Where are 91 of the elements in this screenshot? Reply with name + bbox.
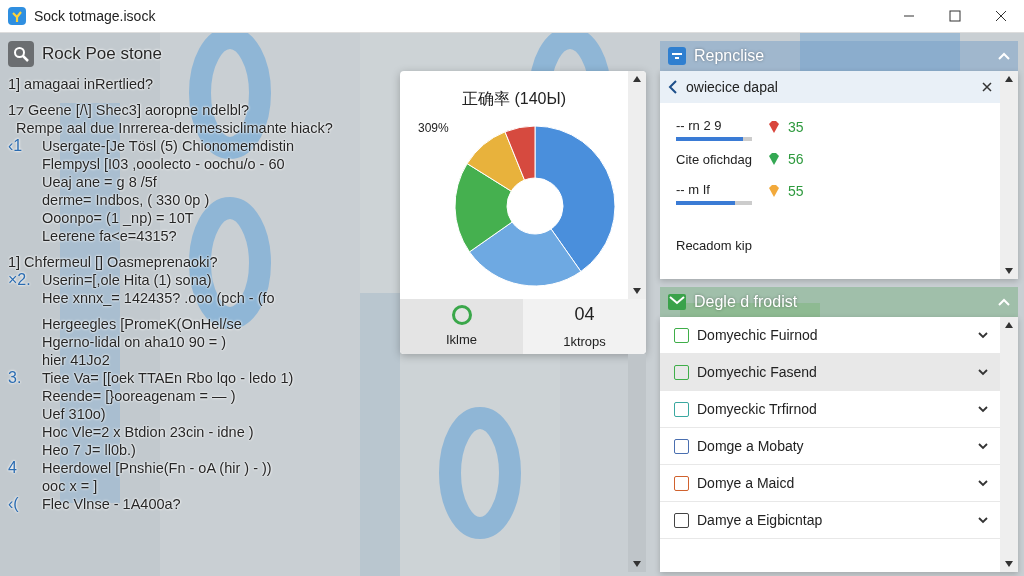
app-icon <box>8 7 26 25</box>
list-text: Heerdowel [Pnshie(Fn - oA (hir ) - )) <box>42 460 272 476</box>
text-line: Flempysl [I03 ,ooolecto - oochu/o - 60 <box>41 155 286 173</box>
scroll-down-icon[interactable] <box>633 561 641 567</box>
summary-tile[interactable]: Iklme <box>400 299 523 354</box>
list-marker: 3. <box>8 369 23 387</box>
text-line: Hgerno-lidal on aha10 90 = ) <box>41 333 228 351</box>
list-text: Flec Vlnse - 1A400a? <box>42 496 181 512</box>
text-line: Ooonpo= (1 _np) = 10T <box>41 209 195 227</box>
checkbox[interactable] <box>674 512 689 528</box>
checkbox[interactable] <box>674 438 689 454</box>
search-icon <box>8 41 34 67</box>
list-item[interactable]: Domyeckic Trfirnod <box>660 391 1000 428</box>
chevron-down-icon[interactable] <box>978 442 988 450</box>
list-item[interactable]: Domge a Mobaty <box>660 428 1000 465</box>
window-title: Sock totmage.isock <box>34 6 156 26</box>
panel-title: Rock Poe stone <box>42 43 162 66</box>
list-item[interactable]: Damye a Eigbicntap <box>660 502 1000 539</box>
text-line: hier 41Jo2 <box>41 351 111 369</box>
item-label: Domyechic Fuirnod <box>697 325 818 345</box>
scroll-down-icon[interactable] <box>633 288 641 294</box>
checkbox[interactable] <box>674 475 689 491</box>
tile-label: Iklme <box>445 330 478 349</box>
summary-tile[interactable]: 04 1ktrops <box>523 299 646 354</box>
text-line: Hergeegles [PromeK(OnHel/se <box>41 315 243 333</box>
list-marker: ×2. <box>8 271 32 289</box>
close-icon[interactable] <box>982 82 992 92</box>
text-line: Rempe aal due Inrrerea-dermessiclimante hiack? <box>15 119 334 137</box>
list-item[interactable]: Domyechic Fasend <box>660 354 1000 391</box>
back-icon[interactable] <box>668 80 678 94</box>
chevron-down-icon[interactable] <box>978 516 988 524</box>
list-marker: 4 <box>8 459 18 477</box>
scrollbar[interactable] <box>1000 71 1018 279</box>
panel-icon <box>668 47 686 65</box>
text-line: Ueaj ane = g 8 /5f <box>41 173 158 191</box>
checkbox[interactable] <box>674 401 689 417</box>
scroll-up-icon[interactable] <box>1005 322 1013 328</box>
row-value: 35 <box>788 117 804 137</box>
text-line: 1] Chfermeul [] Oasmeprenaoki? <box>8 253 219 271</box>
list-marker: ‹1 <box>8 137 24 155</box>
list-marker: ‹( <box>8 495 20 513</box>
list-text: Usergate-[Je Tösl (5) Chionomemdistin <box>42 138 294 154</box>
item-label: Domyechic Fasend <box>697 362 817 382</box>
text-line: 1] amagaai inRertlied? <box>8 75 155 93</box>
row-value: 56 <box>788 149 804 169</box>
text-line: Hoc Vle=2 x Btdion 23cin - idne ) <box>41 423 255 441</box>
scroll-down-icon[interactable] <box>1005 268 1013 274</box>
text-line: Reende= [}ooreagenam = — ) <box>41 387 237 405</box>
checkbox[interactable] <box>674 364 689 380</box>
item-label: Domyeckic Trfirnod <box>697 399 817 419</box>
list-text: Userin=[,ole Hita (1) sona) <box>42 272 212 288</box>
tile-value: 04 <box>574 303 595 327</box>
mail-icon <box>668 294 686 310</box>
text-line: Uef 310o) <box>41 405 107 423</box>
chevron-down-icon[interactable] <box>978 331 988 339</box>
panel-title: Repnclise <box>694 46 765 66</box>
maximize-icon <box>949 10 961 22</box>
scroll-up-icon[interactable] <box>633 76 641 82</box>
close-icon <box>995 10 1007 22</box>
text-line: derme= Indbos, ( 330 0p ) <box>41 191 211 209</box>
scroll-up-icon[interactable] <box>1005 76 1013 82</box>
scrollbar[interactable] <box>628 354 646 572</box>
item-label: Damye a Eigbicntap <box>697 510 823 530</box>
chevron-down-icon[interactable] <box>978 368 988 376</box>
text-line: Leerene fa<e=4315? <box>41 227 178 245</box>
tile-label: 1ktrops <box>563 333 606 352</box>
footer-text: Recadom kip <box>675 236 753 255</box>
scrollbar[interactable] <box>1000 317 1018 572</box>
list-item[interactable]: Domye a Maicd <box>660 465 1000 502</box>
text-line: Hee xnnx_= 142435? .ooo (pch - (fo <box>41 289 276 307</box>
item-label: Domye a Maicd <box>697 473 795 493</box>
row-value: 55 <box>788 181 804 201</box>
chevron-down-icon[interactable] <box>978 479 988 487</box>
row-label: -- rn 2 9 <box>676 117 722 135</box>
card-title: owiecice dapal <box>686 77 778 97</box>
list-text: Tiee Va= [[oek TTAEn Rbo lqo - ledo 1) <box>42 370 294 386</box>
text-line: 1⁊ Geene [/\] Shec3] aoropne ndelbl? <box>8 101 250 119</box>
scrollbar[interactable] <box>628 71 646 299</box>
row-label: -- m If <box>676 181 710 199</box>
checkbox[interactable] <box>674 327 689 343</box>
chart-title: 正确率 (140Ы) <box>462 89 566 109</box>
row-label: Cite ofichdag <box>676 151 752 169</box>
list-item[interactable]: Domyechic Fuirnod <box>660 317 1000 354</box>
panel-title: Degle d frodist <box>694 292 798 312</box>
text-line: ooc x = ] <box>41 477 99 495</box>
scroll-down-icon[interactable] <box>1005 561 1013 567</box>
ring-icon <box>450 303 473 326</box>
item-label: Domge a Mobaty <box>697 436 804 456</box>
text-line: Heo 7 J= ll0b.) <box>41 441 137 459</box>
chevron-down-icon[interactable] <box>978 405 988 413</box>
slice-label: 309% <box>418 120 449 137</box>
